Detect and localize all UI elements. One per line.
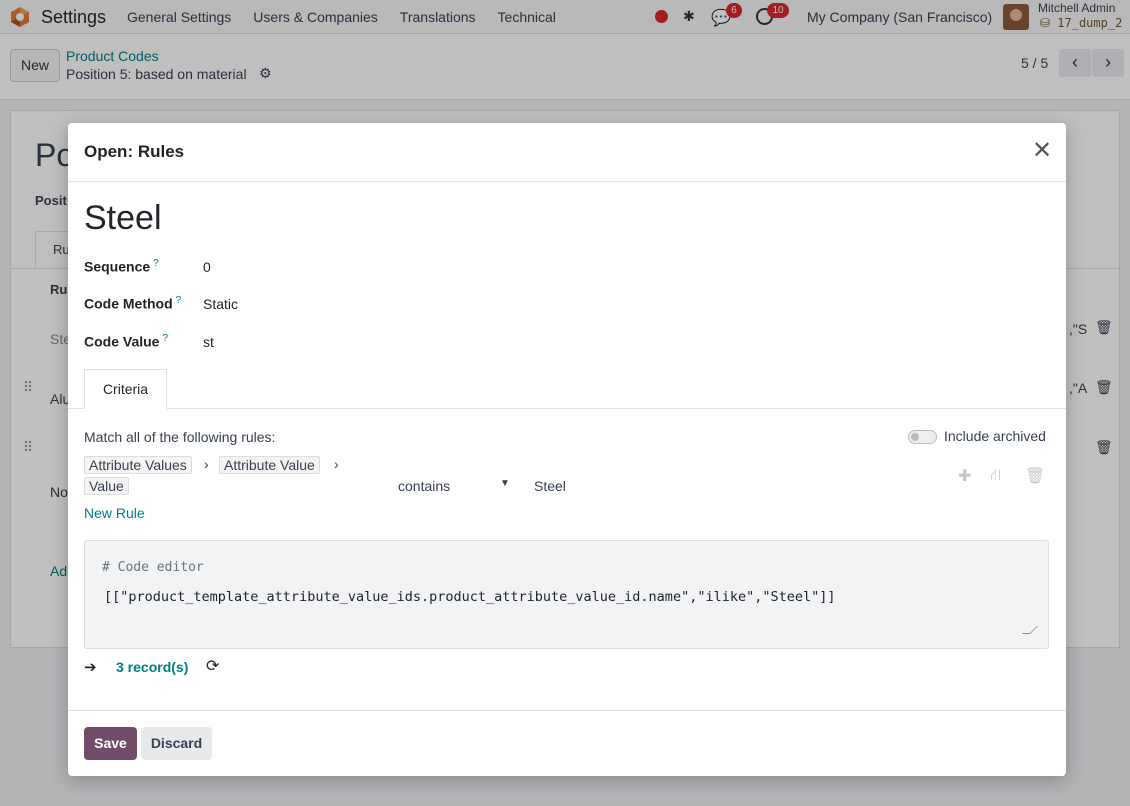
include-archived-label[interactable]: Include archived bbox=[944, 428, 1046, 444]
code-value-label: Code Value? bbox=[84, 333, 168, 350]
save-button[interactable]: Save bbox=[84, 727, 137, 760]
code-method-label-text: Code Method bbox=[84, 295, 173, 312]
code-method-label: Code Method? bbox=[84, 295, 181, 312]
code-editor-expression[interactable]: [["product_template_attribute_value_ids.… bbox=[104, 589, 836, 605]
resize-handle-icon[interactable] bbox=[1022, 626, 1038, 634]
include-archived-toggle[interactable] bbox=[908, 430, 937, 444]
add-rule-icon[interactable]: ✚ bbox=[958, 466, 971, 486]
dialog-title: Open: Rules bbox=[84, 142, 185, 161]
tab-criteria[interactable]: Criteria bbox=[84, 369, 167, 409]
delete-rule-icon[interactable]: 🗑 bbox=[1025, 466, 1045, 486]
path-segment[interactable]: Attribute Values bbox=[84, 456, 192, 474]
path-segment[interactable]: Attribute Value bbox=[219, 456, 320, 474]
help-icon[interactable]: ? bbox=[162, 333, 168, 344]
chevron-right-icon: › bbox=[204, 456, 209, 472]
code-editor[interactable]: # Code editor [["product_template_attrib… bbox=[84, 540, 1049, 649]
code-method-field[interactable]: Static bbox=[203, 296, 238, 312]
help-icon[interactable]: ? bbox=[176, 295, 182, 306]
refresh-icon[interactable]: ⟳ bbox=[206, 656, 219, 676]
add-branch-icon[interactable]: ⛙ bbox=[990, 466, 1001, 486]
discard-button[interactable]: Discard bbox=[141, 727, 212, 760]
new-rule-link[interactable]: New Rule bbox=[84, 505, 145, 521]
code-value-label-text: Code Value bbox=[84, 333, 160, 350]
code-value-field[interactable]: st bbox=[203, 334, 214, 350]
dialog-footer-divider bbox=[68, 710, 1066, 711]
rule-value-input[interactable]: Steel bbox=[534, 478, 566, 494]
tab-bar bbox=[68, 408, 1066, 409]
help-icon[interactable]: ? bbox=[153, 258, 159, 269]
caret-down-icon[interactable]: ▼ bbox=[500, 478, 510, 489]
rules-dialog: Open: Rules ✕ Steel Sequence? 0 Code Met… bbox=[68, 123, 1066, 776]
code-editor-comment: # Code editor bbox=[102, 560, 204, 575]
close-icon[interactable]: ✕ bbox=[1032, 139, 1052, 163]
sequence-field[interactable]: 0 bbox=[203, 259, 211, 275]
arrow-right-icon: ➔ bbox=[84, 659, 97, 676]
domain-match-label: Match all of the following rules: bbox=[84, 429, 276, 445]
operator-select[interactable]: contains bbox=[398, 478, 450, 494]
sequence-label-text: Sequence bbox=[84, 258, 151, 275]
path-segment[interactable]: Value bbox=[84, 477, 129, 495]
sequence-label: Sequence? bbox=[84, 258, 159, 275]
dialog-header: Open: Rules ✕ bbox=[68, 123, 1066, 182]
chevron-right-icon: › bbox=[334, 456, 339, 472]
record-count-link[interactable]: 3 record(s) bbox=[116, 659, 188, 675]
record-name[interactable]: Steel bbox=[84, 199, 162, 238]
